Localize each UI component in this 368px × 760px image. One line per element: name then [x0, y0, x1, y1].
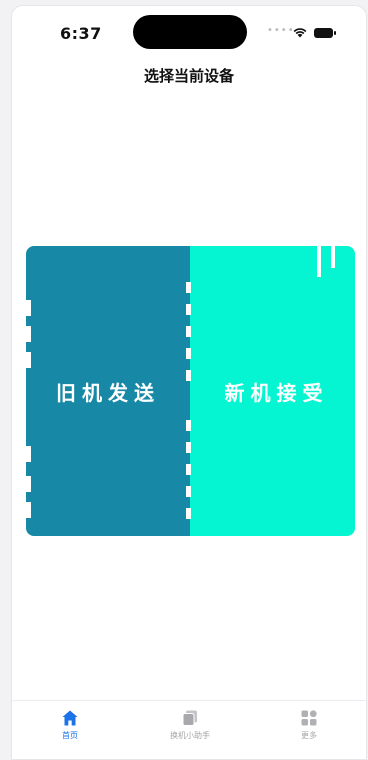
- tab-more[interactable]: 更多: [269, 709, 349, 741]
- decor-dash: [186, 348, 191, 359]
- device-selector-card: 旧机发送 新机接受: [26, 246, 355, 536]
- new-device-label: 新机接受: [224, 380, 329, 405]
- decor-dash: [26, 476, 31, 492]
- decor-dash: [26, 446, 31, 462]
- decor-dash: [186, 486, 191, 497]
- page-title: 选择当前设备: [143, 67, 234, 85]
- grid-icon: [301, 710, 317, 726]
- tab-home[interactable]: 首页: [30, 709, 110, 741]
- decor-dash: [186, 508, 191, 519]
- signal-icon: ••••: [267, 25, 295, 36]
- tab-more-label: 更多: [301, 731, 317, 740]
- phone-stack-icon: [182, 710, 197, 726]
- decor-dash: [26, 326, 31, 342]
- tab-home-label: 首页: [62, 731, 78, 740]
- decor-dash: [26, 352, 31, 368]
- decor-dash: [186, 442, 191, 453]
- tab-switch-assistant[interactable]: 换机小助手: [150, 709, 230, 741]
- decor-bar: [317, 246, 321, 277]
- decor-dash: [26, 502, 31, 518]
- new-device-receive-button[interactable]: 新机接受: [190, 246, 355, 536]
- decor-bar: [331, 246, 335, 268]
- decor-dash: [186, 420, 191, 431]
- bottom-tab-bar: 首页 换机小助手 更多: [12, 700, 366, 759]
- decor-dash: [186, 304, 191, 315]
- tab-switch-assistant-label: 换机小助手: [170, 731, 210, 740]
- decor-dash: [186, 326, 191, 337]
- decor-dash: [186, 370, 191, 381]
- status-time: 6:37: [60, 24, 102, 43]
- old-device-label: 旧机发送: [56, 380, 160, 405]
- battery-icon: [314, 28, 337, 39]
- wifi-icon: [293, 28, 307, 38]
- phone-screen: 6:37 •••• 选择当前设备 旧机发送 新机接受 首页 换机小助手 更多: [11, 5, 367, 760]
- decor-dash: [186, 282, 191, 293]
- home-icon: [62, 710, 78, 726]
- old-device-send-button[interactable]: 旧机发送: [26, 246, 190, 536]
- dynamic-island: [133, 15, 247, 49]
- decor-dash: [186, 464, 191, 475]
- decor-dash: [26, 300, 31, 316]
